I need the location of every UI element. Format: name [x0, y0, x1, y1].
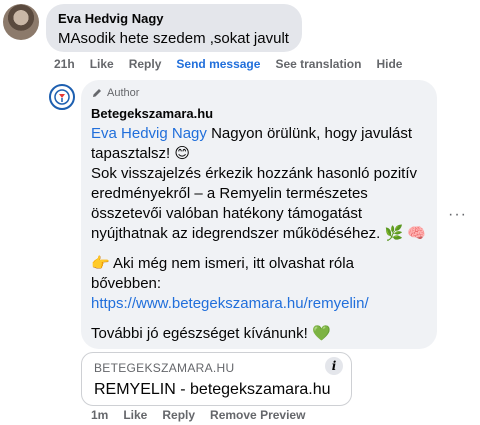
page-avatar[interactable] [49, 84, 75, 110]
comment-actions: 21h Like Reply Send message See translat… [54, 57, 417, 71]
reply-para3: További jó egészséget kívánunk! 💚 [91, 325, 331, 342]
like-button[interactable]: Like [90, 57, 114, 71]
reply-button[interactable]: Reply [129, 57, 162, 71]
reply-author-name[interactable]: Betegekszamara.hu [91, 105, 427, 122]
hide-button[interactable]: Hide [376, 57, 402, 71]
reply-bubble: Author Betegekszamara.hu Eva Hedvig Nagy… [81, 80, 437, 349]
pencil-icon [93, 89, 101, 97]
more-options-icon[interactable]: ··· [448, 206, 467, 224]
send-message-button[interactable]: Send message [176, 57, 260, 71]
comment-text: MAsodik hete szedem ,sokat javult [58, 30, 289, 47]
comment-author-name[interactable]: Eva Hedvig Nagy [58, 11, 290, 27]
remyelin-link[interactable]: https://www.betegekszamara.hu/remyelin/ [91, 295, 369, 312]
remove-preview-button[interactable]: Remove Preview [210, 408, 305, 422]
reply-para2: 👉 Aki még nem ismeri, itt olvashat róla … [91, 255, 354, 292]
comment-timestamp[interactable]: 21h [54, 57, 75, 71]
page-logo-icon [54, 89, 70, 105]
reply-para1: Sok visszajelzés érkezik hozzánk hasonló… [91, 165, 427, 242]
info-icon[interactable]: i [325, 357, 343, 375]
comment-bubble: Eva Hedvig Nagy MAsodik hete szedem ,sok… [46, 4, 302, 52]
link-preview-card[interactable]: BETEGEKSZAMARA.HU REMYELIN - betegekszam… [81, 352, 352, 406]
preview-title: REMYELIN - betegekszamara.hu [94, 381, 331, 398]
author-badge: Author [91, 86, 427, 100]
reply-like-button[interactable]: Like [123, 408, 147, 422]
reply-text: Eva Hedvig Nagy Nagyon örülünk, hogy jav… [91, 124, 427, 344]
preview-domain: BETEGEKSZAMARA.HU [94, 361, 235, 375]
commenter-avatar[interactable] [3, 4, 39, 40]
reply-reply-button[interactable]: Reply [162, 408, 195, 422]
see-translation-button[interactable]: See translation [275, 57, 361, 71]
reply-timestamp[interactable]: 1m [91, 408, 108, 422]
author-badge-label: Author [107, 87, 140, 99]
mention-link[interactable]: Eva Hedvig Nagy [91, 125, 207, 142]
reply-actions: 1m Like Reply Remove Preview [91, 408, 320, 422]
